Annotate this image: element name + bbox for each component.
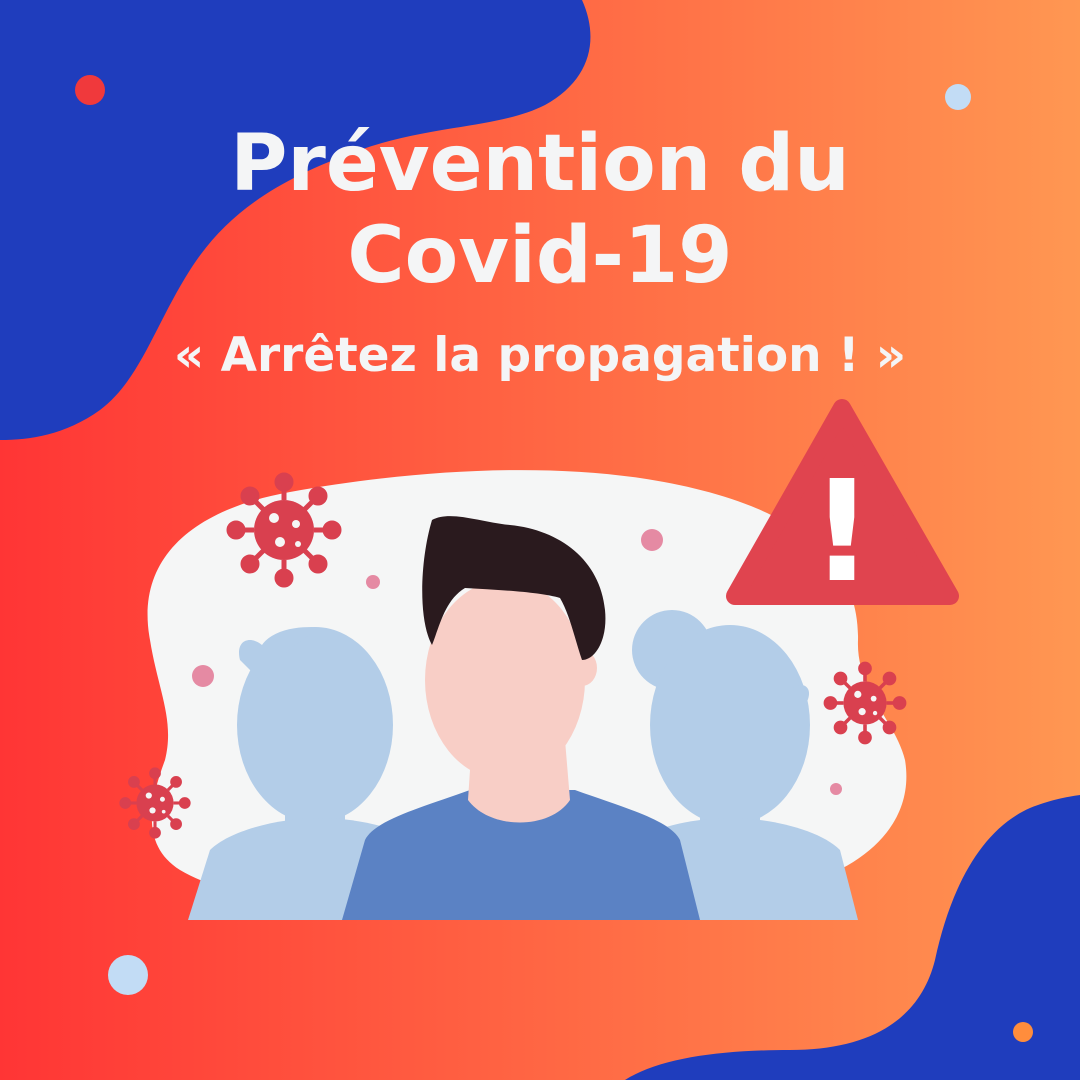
illustration: ! <box>119 399 959 920</box>
virus-icon <box>119 767 191 839</box>
dot-pink <box>830 783 842 795</box>
covid-prevention-poster: Prévention du Covid-19 « Arrêtez la prop… <box>0 0 1080 1080</box>
virus-icon <box>229 475 339 585</box>
dot-pink <box>366 575 380 589</box>
virus-icon <box>823 661 907 745</box>
dot-pink <box>641 529 663 551</box>
warning-triangle-icon: ! <box>726 399 959 614</box>
person-head <box>425 580 585 780</box>
warning-exclamation: ! <box>810 451 874 614</box>
dot-pink <box>192 665 214 687</box>
